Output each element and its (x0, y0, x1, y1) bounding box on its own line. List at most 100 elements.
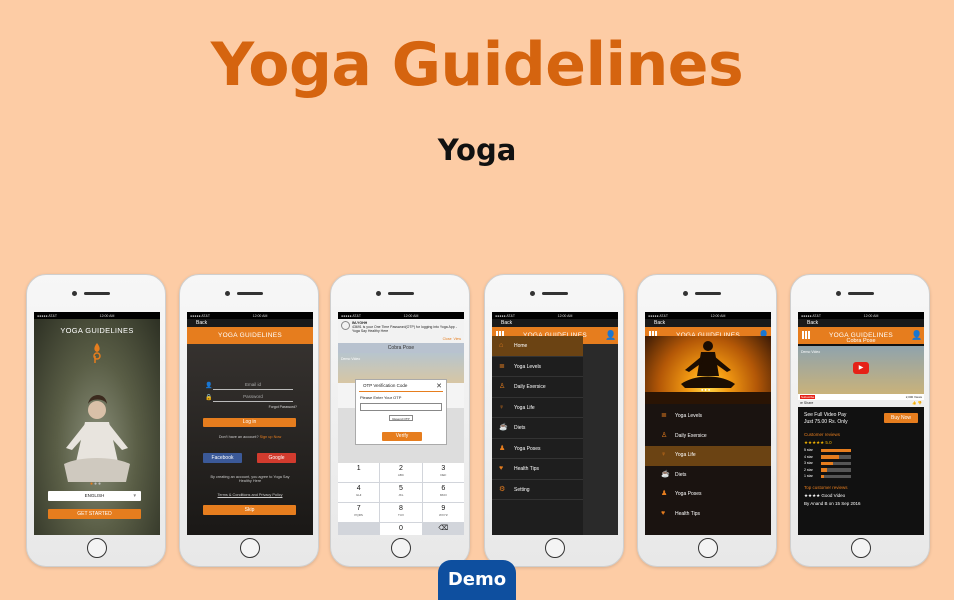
share-icon[interactable]: ➦ (800, 401, 803, 405)
subscribe-button[interactable]: Subscribe (800, 395, 816, 399)
sms-notification[interactable]: IM-YGHH 43691 is your One Time Password(… (338, 319, 464, 343)
menu-item-yoga-life[interactable]: ♀ Yoga Life (492, 398, 583, 418)
home-menu-item-daily-exersice[interactable]: ♙ Daily Exersice (645, 427, 771, 447)
star-bar-track (821, 474, 851, 478)
menu-item-health-tips[interactable]: ♥ Health Tips (492, 459, 583, 480)
menu-item-yoga-levels[interactable]: ≣ Yoga Levels (492, 357, 583, 377)
facebook-button[interactable]: Facebook (203, 453, 242, 463)
menu-item-setting[interactable]: ⚙ Setting (492, 480, 583, 500)
menu-item-daily-exersice[interactable]: ♙ Daily Exersice (492, 377, 583, 398)
forgot-password-link[interactable]: Forgot Password? (269, 405, 297, 409)
sunset-meditation-banner: ●●● (645, 336, 771, 404)
key-number: 6 (441, 485, 446, 492)
keypad-key[interactable]: ⌫ (422, 523, 464, 535)
home-button[interactable] (87, 538, 107, 558)
signup-link[interactable]: Sign up Now (260, 435, 282, 439)
menu-item-diets[interactable]: ☕ Diets (492, 418, 583, 439)
like-dislike-icons[interactable]: 👍 👎 (912, 400, 922, 407)
review-author: By Anand B on 15 Sep 2016 (804, 501, 861, 506)
key-letters: WXYZ (438, 513, 448, 517)
keypad-key[interactable]: 5 JKL (380, 483, 422, 502)
get-started-button[interactable]: GET STARTED (48, 509, 141, 519)
verify-button[interactable]: Verify (382, 432, 422, 441)
back-button[interactable]: Back (492, 319, 618, 327)
key-number: 1 (356, 465, 361, 472)
login-button[interactable]: Log in (203, 418, 296, 427)
home-menu-item-yoga-levels[interactable]: ≣ Yoga Levels (645, 407, 771, 427)
share-label[interactable]: Share (804, 401, 813, 405)
notif-close-button[interactable]: Close (443, 337, 452, 341)
home-menu-item-diets[interactable]: ☕ Diets (645, 466, 771, 486)
time-label: 12:00 AM (710, 313, 726, 318)
home-menu-item-yoga-poses[interactable]: ♟ Yoga Poses (645, 485, 771, 505)
back-button[interactable]: Back (798, 319, 924, 327)
home-button[interactable] (545, 538, 565, 558)
status-bar: ●●●●● AT&T 12:00 AM (645, 312, 771, 319)
terms-link[interactable]: Terms & Conditions and Privacy Policy (187, 493, 313, 497)
close-icon[interactable]: ✕ (436, 382, 442, 390)
keypad-key[interactable]: 0 (380, 523, 422, 535)
keypad-key[interactable]: 9 WXYZ (422, 503, 464, 522)
star-row-label: 3 star (804, 461, 813, 465)
keypad-key[interactable]: 6 MNO (422, 483, 464, 502)
otp-input[interactable] (360, 403, 442, 411)
login-screen: ●●●●● AT&T 12:00 AM Back YOGA GUIDELINES … (187, 312, 313, 535)
keypad-key[interactable]: 8 TUV (380, 503, 422, 522)
keypad-key[interactable]: 4 GHI (338, 483, 380, 502)
splash-screen: ●●●●● AT&T 12:00 AM YOGA GUIDELINES ●●● E… (34, 312, 160, 535)
key-number: ⌫ (438, 525, 449, 532)
speaker-grille (542, 292, 568, 295)
key-number: 0 (399, 525, 403, 532)
speaker-grille (695, 292, 721, 295)
back-button[interactable]: Back (187, 319, 313, 327)
email-field[interactable]: Email id (213, 382, 293, 390)
menu-screen: ●●●●● AT&T12:00 AM Back YOGA GUIDELINES👤… (492, 312, 618, 535)
password-field[interactable]: Password (213, 394, 293, 402)
back-button[interactable]: Back (645, 319, 771, 327)
menu-item-home[interactable]: ⌂ Home (492, 336, 583, 357)
star-bar-fill (821, 448, 851, 452)
home-button[interactable] (391, 538, 411, 558)
carrier-label: ●●●●● AT&T (341, 313, 362, 318)
keypad-key[interactable]: 3 DEF (422, 463, 464, 482)
home-button[interactable] (240, 538, 260, 558)
menu-item-label: Yoga Poses (514, 445, 541, 452)
key-number: 4 (356, 485, 361, 492)
menu-item-yoga-poses[interactable]: ♟ Yoga Poses (492, 439, 583, 459)
menu-item-label: Diets (675, 471, 687, 478)
skip-button[interactable]: Skip (203, 505, 296, 515)
keypad-key[interactable] (338, 523, 380, 535)
home-button[interactable] (851, 538, 871, 558)
chevron-down-icon: ▼ (132, 493, 137, 498)
video-player[interactable]: Demo Video ▶ (798, 346, 924, 394)
home-menu-item-health-tips[interactable]: ♥ Health Tips (645, 505, 771, 525)
phone-mockup-pose-detail: ●●●●● AT&T 12:00 AM Back YOGA GUIDELINES 👤… (790, 274, 930, 567)
notif-text: 43691 is your One Time Password(OTP) for… (352, 325, 457, 333)
camera-icon (225, 291, 230, 296)
google-button[interactable]: Google (257, 453, 296, 463)
page-title: Yoga Guidelines (210, 30, 744, 100)
language-select[interactable]: ENGLISH ▼ (48, 491, 141, 501)
star-row-label: 4 star (804, 454, 813, 459)
phone-mockup-home: ●●●●● AT&T12:00 AM Back YOGA GUIDELINES👤… (637, 274, 777, 567)
menu-item-label: Health Tips (514, 466, 540, 472)
keypad-key[interactable]: 2 ABC (380, 463, 422, 482)
time-label: 12:00 AM (557, 313, 573, 318)
carrier-label: ●●●●● AT&T (648, 313, 669, 318)
user-icon[interactable]: 👤 (605, 330, 616, 340)
levels-icon: ≣ (499, 362, 505, 370)
keypad-key[interactable]: 7 PQRS (338, 503, 380, 522)
demo-button[interactable]: Demo (438, 560, 516, 600)
buy-now-button[interactable]: Buy Now (884, 413, 918, 423)
home-icon: ⌂ (499, 342, 504, 349)
exercise-icon: ♙ (499, 383, 506, 390)
play-icon[interactable]: ▶ (853, 362, 869, 374)
home-button[interactable] (698, 538, 718, 558)
resend-otp-button[interactable]: Resend OTP (389, 415, 413, 421)
home-menu-item-yoga-life[interactable]: ♀ Yoga Life (645, 446, 771, 466)
pose-title: Cobra Pose (846, 338, 876, 344)
keypad-key[interactable]: 1 (338, 463, 380, 482)
full-video-text: See Full Video Pay (804, 412, 847, 418)
notif-view-button[interactable]: View (453, 337, 461, 341)
camera-icon (530, 291, 535, 296)
